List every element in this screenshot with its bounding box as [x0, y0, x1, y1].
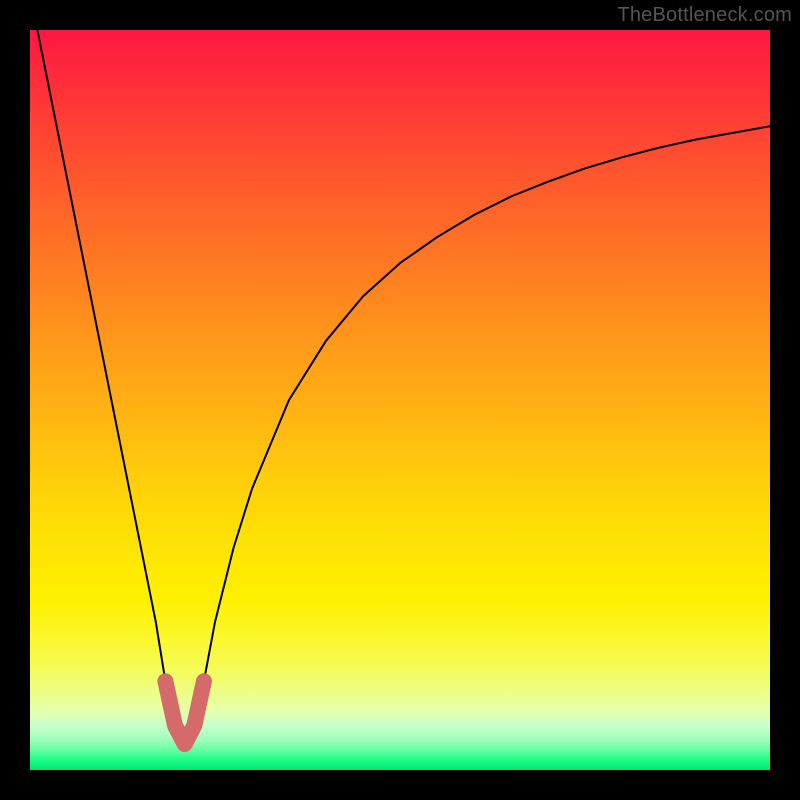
sweet-spot-marker: [165, 681, 204, 744]
bottleneck-curve: [37, 30, 770, 744]
watermark-text: TheBottleneck.com: [617, 4, 792, 27]
plot-area: [30, 30, 770, 770]
chart-frame: TheBottleneck.com: [0, 0, 800, 800]
curve-layer: [30, 30, 770, 770]
